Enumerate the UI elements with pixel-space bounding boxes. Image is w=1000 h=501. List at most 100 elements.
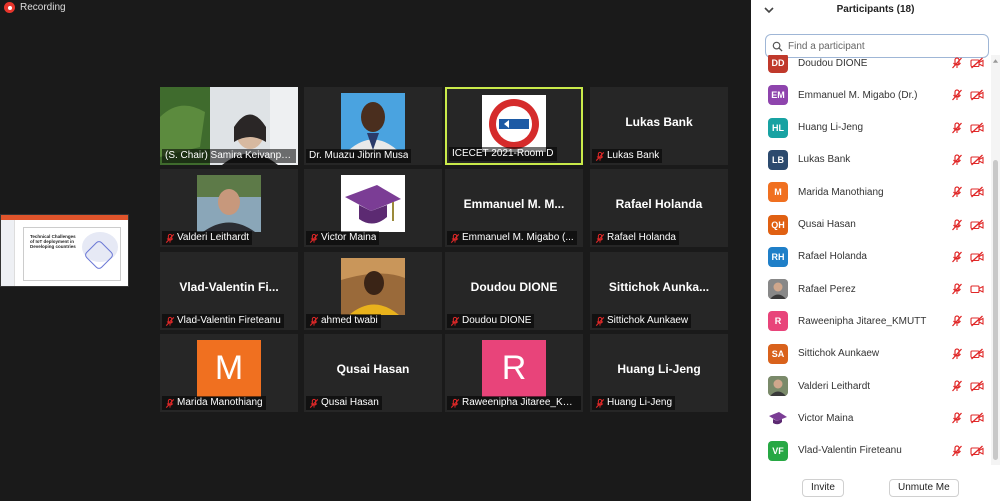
participant-row[interactable]: Rafael Perez [751,273,991,305]
tile-display-name: Huang Li-Jeng [617,362,701,376]
scroll-up-icon[interactable] [992,58,999,64]
video-off-icon [970,219,984,230]
video-tile[interactable]: Vlad-Valentin Fi... Vlad-Valentin Firete… [160,252,298,330]
panel-footer: Invite Unmute Me [751,476,1000,501]
video-tile[interactable]: M Marida Manothiang [160,334,298,412]
search-icon [772,41,783,52]
participant-row[interactable]: VF Vlad-Valentin Fireteanu [751,435,991,465]
video-off-icon [970,89,984,101]
participant-name: Rafael Perez [798,283,856,295]
mic-muted-icon [952,283,962,295]
video-tile[interactable]: ICECET 2021-Room D [445,87,583,165]
participant-row[interactable]: RH Rafael Holanda [751,241,991,273]
participant-avatar: QH [768,214,788,235]
letter-avatar: R [482,340,546,397]
recording-label: Recording [20,2,66,13]
participant-name: Valderi Leithardt [798,380,871,392]
participant-row[interactable]: M Marida Manothiang [751,176,991,208]
mic-muted-icon [309,233,319,243]
slide-toolbar [1,215,128,220]
video-tile[interactable]: R Raweenipha Jitaree_KM... [445,334,583,412]
participant-avatar: R [768,311,788,332]
participant-name: Victor Maina [798,412,854,424]
participant-avatar: DD [768,55,788,73]
mic-muted-icon [595,316,605,326]
tile-name: Raweenipha Jitaree_KM... [462,397,578,408]
tile-display-name: Vlad-Valentin Fi... [179,280,279,294]
participant-row[interactable]: R Raweenipha Jitaree_KMUTT [751,305,991,337]
participant-name: Vlad-Valentin Fireteanu [798,445,902,457]
unmute-me-button[interactable]: Unmute Me [889,479,959,497]
mic-muted-icon [952,154,962,166]
participant-row[interactable]: Victor Maina [751,402,991,434]
video-tile[interactable]: Huang Li-Jeng Huang Li-Jeng [590,334,728,412]
icecet-logo [482,95,546,152]
mic-muted-icon [595,398,605,408]
participant-row[interactable]: QH Qusai Hasan [751,209,991,241]
panel-title: Participants (18) [836,4,915,15]
tile-name-label: Dr. Muazu Jibrin Musa [306,149,412,163]
participant-video [197,175,261,232]
tile-name: Emmanuel M. Migabo (... [462,232,574,243]
video-tile[interactable]: Rafael Holanda Rafael Holanda [590,169,728,247]
mic-muted-icon [450,316,460,326]
video-tile[interactable]: Doudou DIONE Doudou DIONE [445,252,583,330]
participant-name: Marida Manothiang [798,186,884,198]
participant-row[interactable]: SA Sittichok Aunkaew [751,338,991,370]
tile-display-name: Doudou DIONE [470,280,558,294]
tile-display-name: Rafael Holanda [615,197,703,211]
tile-name: Victor Maina [321,232,377,243]
video-tile[interactable]: Victor Maina [304,169,442,247]
tile-name-label: Doudou DIONE [447,314,535,328]
tile-name-label: Victor Maina [306,231,380,245]
tile-name: Sittichok Aunkaew [607,315,689,326]
participant-name: Sittichok Aunkaew [798,348,880,360]
tile-name-label: ahmed twabi [306,314,381,328]
tile-name: Dr. Muazu Jibrin Musa [309,150,409,161]
shared-screen-thumbnail[interactable]: Technical Challenges of IoT deployment i… [0,214,129,287]
video-tile[interactable]: Emmanuel M. M... Emmanuel M. Migabo (... [445,169,583,247]
recording-icon [4,2,15,13]
video-off-icon [970,57,984,69]
video-off-icon [970,315,984,327]
tile-name: Huang Li-Jeng [607,397,673,408]
participant-name: Huang Li-Jeng [798,122,864,134]
letter-avatar: M [197,340,261,397]
mic-muted-icon [165,233,175,243]
video-off-icon [970,154,984,166]
graduation-cap-icon [341,175,405,232]
tile-name: Lukas Bank [607,150,660,161]
video-tile[interactable]: Lukas Bank Lukas Bank [590,87,728,165]
participant-row[interactable]: HL Huang Li-Jeng [751,112,991,144]
search-input[interactable] [788,40,968,52]
participant-name: Raweenipha Jitaree_KMUTT [798,315,927,327]
video-tile[interactable]: ahmed twabi [304,252,442,330]
mic-muted-icon [952,186,962,198]
tile-name: Doudou DIONE [462,315,532,326]
video-off-icon [970,122,984,134]
tile-name-label: Emmanuel M. Migabo (... [447,231,577,245]
video-tile[interactable]: Qusai Hasan Qusai Hasan [304,334,442,412]
video-tile[interactable]: Dr. Muazu Jibrin Musa [304,87,442,165]
participant-name: Rafael Holanda [798,251,867,263]
tile-display-name: Qusai Hasan [336,362,410,376]
tile-name-label: Marida Manothiang [162,396,266,410]
participant-row[interactable]: EM Emmanuel M. Migabo (Dr.) [751,79,991,111]
participant-row[interactable]: Valderi Leithardt [751,370,991,402]
video-tile[interactable]: (S. Chair) Samira Keivanpour [160,87,298,165]
scrollbar-thumb[interactable] [993,160,998,460]
graduation-cap-icon [769,412,787,425]
recording-indicator[interactable]: Recording [4,2,66,13]
video-off-icon [970,445,984,457]
video-tile[interactable]: Sittichok Aunka... Sittichok Aunkaew [590,252,728,330]
participant-name: Emmanuel M. Migabo (Dr.) [798,89,918,101]
participant-row[interactable]: DD Doudou DIONE [751,55,991,79]
participant-row[interactable]: LB Lukas Bank [751,144,991,176]
invite-button[interactable]: Invite [802,479,844,497]
slide-sidebar [1,220,15,286]
participant-avatar: EM [768,85,788,106]
tile-name: ICECET 2021-Room D [452,148,554,159]
mic-muted-icon [165,398,175,408]
participant-name: Qusai Hasan [798,219,856,230]
video-tile[interactable]: Valderi Leithardt [160,169,298,247]
